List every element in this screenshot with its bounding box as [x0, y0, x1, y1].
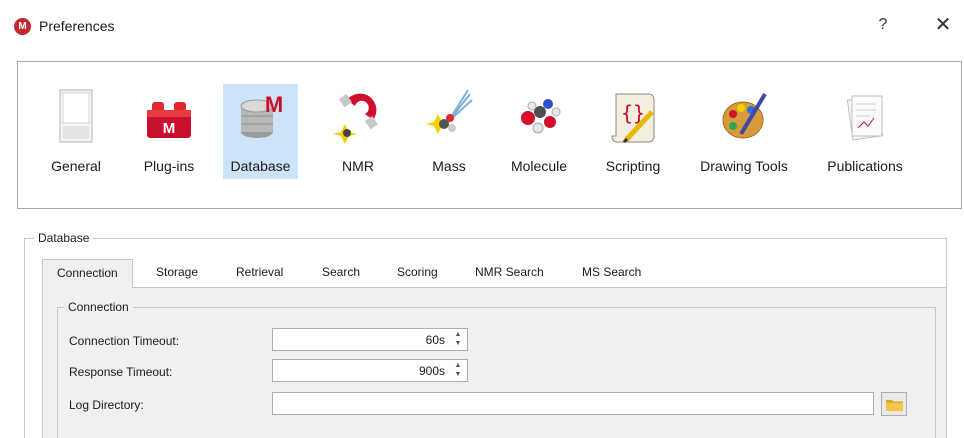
help-button[interactable]: ? — [872, 14, 894, 36]
connection-timeout-label: Connection Timeout: — [69, 334, 180, 348]
category-plugins[interactable]: M Plug-ins — [131, 84, 207, 179]
tab-storage[interactable]: Storage — [156, 265, 198, 287]
category-database[interactable]: M Database — [223, 84, 298, 179]
category-publications[interactable]: Publications — [818, 84, 912, 179]
connection-timeout-value: 60s — [425, 333, 445, 347]
connection-group-title: Connection — [64, 300, 133, 314]
category-nmr[interactable]: NMR — [330, 84, 386, 179]
folder-icon — [886, 400, 903, 411]
drawing-tools-icon — [722, 92, 767, 139]
category-label: Molecule — [510, 158, 568, 174]
category-panel: General M Plug-ins M Database NMR Mass M… — [17, 61, 962, 209]
category-label: Database — [230, 158, 291, 174]
category-label: Plug-ins — [143, 158, 195, 174]
preferences-window: M Preferences ? ✕ General M Plug-ins M D… — [0, 0, 964, 438]
category-mass[interactable]: Mass — [421, 84, 477, 179]
svg-text:M: M — [264, 92, 282, 117]
database-icon: M — [240, 92, 283, 138]
category-label: Mass — [432, 158, 466, 174]
response-timeout-value: 900s — [418, 364, 445, 378]
category-label: NMR — [342, 158, 374, 174]
category-molecule[interactable]: Molecule — [502, 84, 576, 179]
title-bar: M Preferences ? ✕ — [0, 0, 964, 52]
svg-text:M: M — [163, 120, 176, 137]
tab-scoring[interactable]: Scoring — [397, 265, 438, 287]
log-directory-label: Log Directory: — [69, 398, 144, 412]
log-directory-input[interactable] — [272, 392, 874, 415]
database-group-title: Database — [34, 231, 94, 245]
response-timeout-spinbox[interactable]: 900s ▲ ▼ — [272, 359, 468, 382]
plugins-icon: M — [147, 102, 191, 138]
category-label: Scripting — [605, 158, 661, 174]
tab-search[interactable]: Search — [322, 265, 360, 287]
nmr-icon — [333, 93, 378, 144]
general-icon — [59, 89, 93, 143]
category-label: General — [51, 158, 101, 174]
category-general[interactable]: General — [43, 84, 109, 179]
connection-tab-page: Connection Connection Timeout: 60s ▲ ▼ Re… — [42, 287, 947, 438]
publications-icon — [846, 95, 884, 141]
category-label: Publications — [827, 158, 903, 174]
spin-arrows-icon[interactable]: ▲ ▼ — [451, 330, 465, 349]
molecule-icon — [521, 99, 561, 134]
response-timeout-label: Response Timeout: — [69, 365, 173, 379]
tab-nmr-search[interactable]: NMR Search — [475, 265, 544, 287]
browse-folder-button[interactable] — [881, 392, 907, 416]
category-drawing-tools[interactable]: Drawing Tools — [688, 84, 800, 179]
tab-retrieval[interactable]: Retrieval — [236, 265, 283, 287]
close-button[interactable]: ✕ — [932, 14, 954, 36]
app-logo-icon: M — [14, 18, 31, 35]
tab-connection[interactable]: Connection — [42, 259, 133, 288]
spin-arrows-icon[interactable]: ▲ ▼ — [451, 361, 465, 380]
tab-ms-search[interactable]: MS Search — [582, 265, 641, 287]
scripting-icon: {} — [611, 93, 655, 144]
mass-icon — [426, 89, 473, 134]
window-title: Preferences — [39, 18, 115, 34]
category-label: Drawing Tools — [700, 158, 788, 174]
connection-timeout-spinbox[interactable]: 60s ▲ ▼ — [272, 328, 468, 351]
connection-group: Connection Connection Timeout: 60s ▲ ▼ Re… — [57, 300, 936, 438]
category-scripting[interactable]: {} Scripting — [598, 84, 668, 179]
